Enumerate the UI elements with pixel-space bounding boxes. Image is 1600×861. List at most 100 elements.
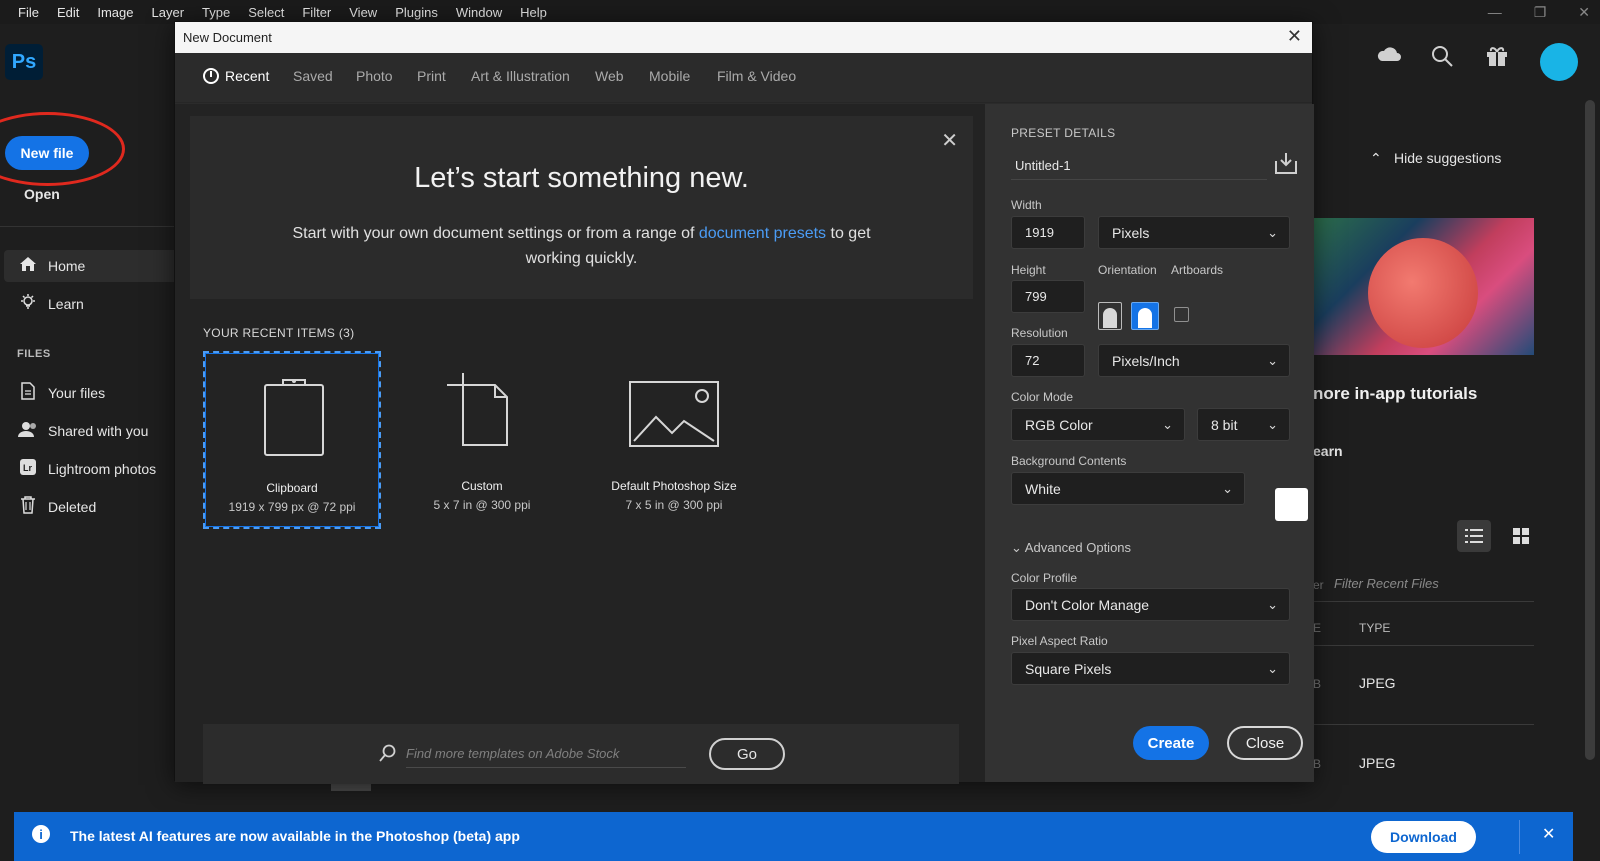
banner-close-icon[interactable]: ✕ [1542, 824, 1555, 844]
recent-item-custom[interactable]: Custom 5 x 7 in @ 300 ppi [393, 351, 571, 529]
recent-item-default[interactable]: Default Photoshop Size 7 x 5 in @ 300 pp… [585, 351, 763, 529]
stock-search-input[interactable] [406, 740, 686, 768]
sidebar-item-learn[interactable]: Learn [4, 288, 175, 320]
search-icon[interactable] [1430, 44, 1454, 74]
restore-icon[interactable]: ❐ [1534, 4, 1547, 21]
color-mode-label: Color Mode [1011, 390, 1074, 404]
advanced-options-toggle[interactable]: ⌄ Advanced Options [1011, 540, 1131, 556]
close-icon[interactable]: ✕ [941, 128, 958, 153]
card-name: Custom [461, 479, 503, 493]
height-field[interactable]: 799 [1011, 280, 1085, 313]
chevron-down-icon: ⌄ [1267, 661, 1278, 676]
tab-art-illustration[interactable]: Art & Illustration [471, 68, 570, 84]
menu-image[interactable]: Image [83, 5, 133, 20]
go-button[interactable]: Go [709, 738, 785, 770]
background-select[interactable]: White ⌄ [1011, 472, 1245, 505]
sidebar-label-lightroom: Lightroom photos [48, 461, 157, 477]
dialog-close-icon[interactable]: ✕ [1287, 26, 1302, 47]
dialog-titlebar: New Document ✕ [175, 22, 1312, 53]
tab-mobile[interactable]: Mobile [649, 68, 690, 84]
create-button[interactable]: Create [1133, 726, 1209, 760]
color-mode-select[interactable]: RGB Color ⌄ [1011, 408, 1185, 441]
color-profile-label: Color Profile [1011, 571, 1078, 585]
menu-help[interactable]: Help [506, 5, 547, 20]
card-name: Clipboard [266, 481, 318, 495]
close-window-icon[interactable]: ✕ [1578, 4, 1590, 21]
chevron-down-icon: ⌄ [1267, 353, 1278, 368]
sidebar-item-lightroom[interactable]: Lr Lightroom photos [4, 453, 175, 485]
chevron-up-icon[interactable]: ⌃ [1370, 150, 1382, 167]
menu-layer[interactable]: Layer [138, 5, 185, 20]
background-color-swatch[interactable] [1275, 488, 1308, 521]
new-file-button[interactable]: New file [5, 136, 89, 170]
lightroom-icon: Lr [18, 458, 38, 481]
menu-type[interactable]: Type [188, 5, 230, 20]
hide-suggestions-button[interactable]: Hide suggestions [1394, 150, 1501, 166]
gift-icon[interactable] [1485, 44, 1509, 74]
tab-web[interactable]: Web [595, 68, 624, 84]
close-button[interactable]: Close [1227, 726, 1303, 760]
tab-saved[interactable]: Saved [293, 68, 333, 84]
menu-view[interactable]: View [335, 5, 377, 20]
avatar[interactable] [1540, 43, 1578, 81]
file-icon [18, 381, 38, 405]
scrollbar[interactable] [1585, 100, 1595, 760]
sidebar-label-deleted: Deleted [48, 499, 97, 515]
width-unit-value: Pixels [1112, 224, 1150, 241]
chevron-down-icon: ⌄ [1267, 597, 1278, 612]
chevron-down-icon: ⌄ [1267, 225, 1278, 240]
portrait-orientation-button[interactable] [1098, 302, 1122, 330]
pixel-aspect-select[interactable]: Square Pixels ⌄ [1011, 652, 1290, 685]
minimize-icon[interactable]: — [1488, 4, 1502, 20]
photoshop-logo: Ps [5, 44, 43, 80]
home-icon [18, 256, 38, 277]
pixel-aspect-label: Pixel Aspect Ratio [1011, 634, 1108, 648]
resolution-field[interactable]: 72 [1011, 344, 1085, 377]
tab-photo[interactable]: Photo [356, 68, 393, 84]
cloud-icon[interactable] [1376, 44, 1402, 70]
bit-depth-select[interactable]: 8 bit ⌄ [1197, 408, 1290, 441]
sidebar-item-home[interactable]: Home [4, 250, 175, 282]
width-label: Width [1011, 198, 1042, 212]
new-document-dialog: New Document ✕ Recent Saved Photo Print … [174, 21, 1314, 784]
portrait-icon [1103, 308, 1117, 328]
list-view-icon[interactable] [1457, 520, 1491, 552]
resolution-unit-select[interactable]: Pixels/Inch ⌄ [1098, 344, 1290, 377]
open-button[interactable]: Open [24, 186, 60, 202]
chevron-down-icon: ⌄ [1267, 417, 1278, 432]
recent-item-clipboard[interactable]: Clipboard 1919 x 799 px @ 72 ppi [203, 351, 381, 529]
width-unit-select[interactable]: Pixels ⌄ [1098, 216, 1290, 249]
grid-view-icon[interactable] [1504, 520, 1538, 552]
learn-link[interactable]: earn [1313, 443, 1343, 459]
menu-select[interactable]: Select [234, 5, 284, 20]
type-column-header[interactable]: TYPE [1359, 621, 1390, 635]
menu-filter[interactable]: Filter [288, 5, 331, 20]
landscape-icon [1138, 308, 1152, 328]
width-field[interactable]: 1919 [1011, 216, 1085, 249]
menu-file[interactable]: File [0, 5, 39, 20]
color-profile-select[interactable]: Don't Color Manage ⌄ [1011, 588, 1290, 621]
sidebar-item-shared[interactable]: Shared with you [4, 415, 175, 447]
welcome-banner: ✕ Let’s start something new. Start with … [190, 116, 973, 299]
menu-plugins[interactable]: Plugins [381, 5, 438, 20]
artboards-checkbox[interactable] [1174, 307, 1189, 322]
tab-recent[interactable]: Recent [203, 68, 269, 84]
landscape-orientation-button[interactable] [1131, 302, 1159, 330]
download-button[interactable]: Download [1371, 821, 1476, 853]
filter-recent-input[interactable]: Filter Recent Files [1334, 576, 1439, 591]
banner-divider [1519, 820, 1520, 854]
document-name-field[interactable] [1011, 152, 1267, 180]
color-profile-value: Don't Color Manage [1025, 596, 1150, 613]
save-preset-icon[interactable] [1275, 152, 1297, 180]
tutorial-thumbnail[interactable] [1313, 218, 1534, 355]
sidebar-item-deleted[interactable]: Deleted [4, 491, 175, 523]
document-presets-link[interactable]: document presets [699, 225, 826, 242]
menu-edit[interactable]: Edit [43, 5, 79, 20]
filter-prefix: er [1313, 578, 1324, 592]
tab-film-video[interactable]: Film & Video [717, 68, 796, 84]
menu-window[interactable]: Window [442, 5, 502, 20]
chevron-down-icon: ⌄ [1162, 417, 1173, 432]
tab-print[interactable]: Print [417, 68, 446, 84]
preset-details-pane: PRESET DETAILS Width 1919 Pixels ⌄ Height… [985, 104, 1314, 782]
sidebar-item-your-files[interactable]: Your files [4, 377, 175, 409]
